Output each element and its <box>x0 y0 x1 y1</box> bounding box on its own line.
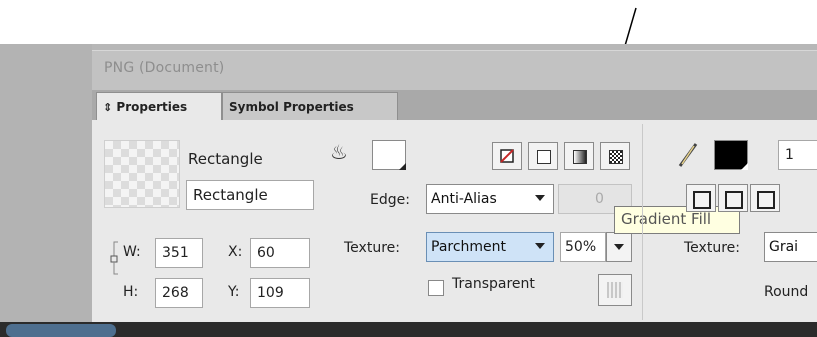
y-label: Y: <box>228 284 240 300</box>
fill-solid-button[interactable] <box>528 142 558 170</box>
feather-value: 0 <box>595 191 604 207</box>
edge-value: Anti-Alias <box>431 191 497 207</box>
edge-label: Edge: <box>370 192 410 208</box>
divider <box>642 124 643 320</box>
stroke-texture-value: Grai <box>769 239 799 255</box>
stroke-color-swatch[interactable] <box>714 140 748 170</box>
round-label: Round <box>764 284 809 300</box>
fill-pattern-button[interactable] <box>600 142 630 170</box>
stroke-position-center-button[interactable] <box>718 184 748 212</box>
texture-dropdown[interactable]: Parchment <box>426 232 554 262</box>
taskbar-button[interactable] <box>6 324 116 337</box>
height-field[interactable]: 268 <box>155 278 203 308</box>
stroke-texture-label: Texture: <box>684 240 740 256</box>
chevron-down-icon <box>535 243 545 249</box>
constrain-proportions-icon <box>110 241 118 275</box>
tab-properties[interactable]: ⇕ Properties <box>96 92 222 120</box>
width-label: W: <box>123 244 141 260</box>
chevron-down-icon <box>535 195 545 201</box>
texture-amount-dropdown[interactable] <box>606 232 632 262</box>
x-field[interactable]: 60 <box>250 238 310 268</box>
tab-symbol-properties[interactable]: Symbol Properties <box>222 92 398 120</box>
taskbar <box>0 322 817 337</box>
fill-options-button[interactable] <box>598 274 632 306</box>
texture-preview-icon <box>607 282 623 298</box>
tooltip-text: Gradient Fill <box>621 210 712 228</box>
tab-properties-label: Properties <box>116 100 188 114</box>
solid-fill-icon <box>537 150 551 164</box>
object-thumbnail <box>104 140 180 208</box>
height-label: H: <box>123 284 139 300</box>
y-field[interactable]: 109 <box>250 278 310 308</box>
fill-color-swatch[interactable] <box>372 140 406 170</box>
updown-arrows-icon: ⇕ <box>103 101 113 114</box>
texture-value: Parchment <box>431 239 507 255</box>
x-label: X: <box>228 244 243 260</box>
object-name-field[interactable]: Rectangle <box>186 180 314 210</box>
stroke-center-icon <box>725 191 743 209</box>
gradient-fill-icon <box>573 150 587 164</box>
no-fill-icon <box>500 149 514 163</box>
stroke-outside-icon <box>757 191 775 209</box>
edge-dropdown[interactable]: Anti-Alias <box>426 184 554 214</box>
pencil-icon <box>678 143 698 167</box>
transparent-checkbox[interactable] <box>428 280 444 296</box>
fill-none-button[interactable] <box>492 142 522 170</box>
fill-gradient-button[interactable] <box>564 142 594 170</box>
chevron-down-icon <box>614 244 624 250</box>
stroke-position-inside-button[interactable] <box>686 184 716 212</box>
stroke-texture-dropdown[interactable]: Grai <box>764 232 817 262</box>
tab-symbol-properties-label: Symbol Properties <box>229 100 354 114</box>
paint-bucket-icon: ♨ <box>330 140 348 164</box>
transparent-label: Transparent <box>452 276 535 292</box>
document-title: PNG (Document) <box>104 60 225 76</box>
texture-amount-field[interactable]: 50% <box>560 232 606 262</box>
object-type-label: Rectangle <box>188 150 263 168</box>
width-field[interactable]: 351 <box>155 238 203 268</box>
texture-label: Texture: <box>344 240 400 256</box>
stroke-inside-icon <box>693 191 711 209</box>
pattern-fill-icon <box>609 150 623 164</box>
panel-left-rail <box>0 44 92 326</box>
stroke-position-outside-button[interactable] <box>750 184 780 212</box>
stroke-size-field[interactable]: 1 <box>778 140 817 170</box>
